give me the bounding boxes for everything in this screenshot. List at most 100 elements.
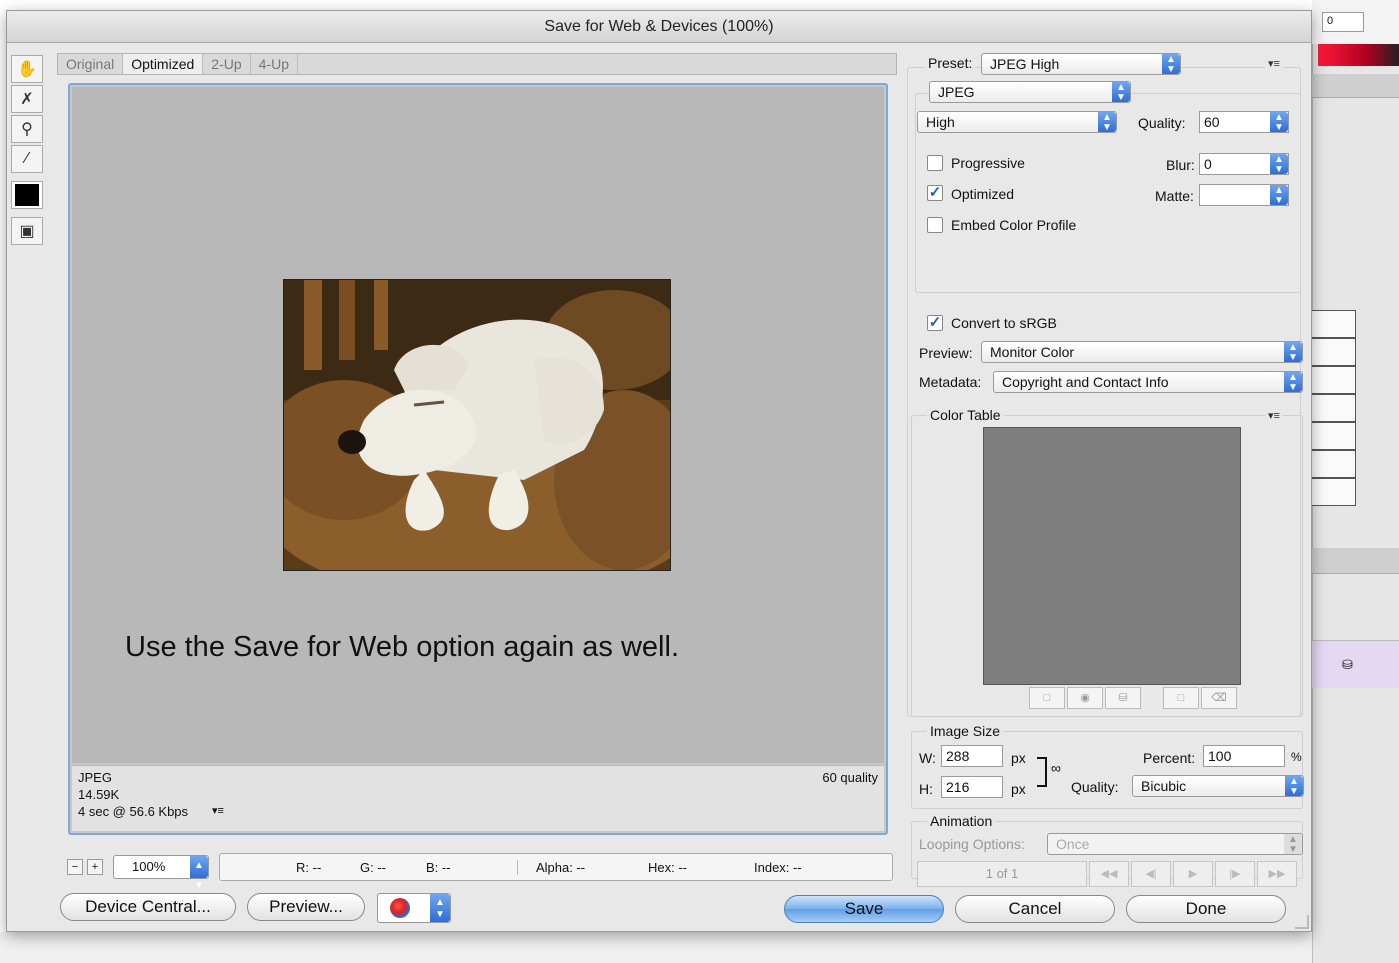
matte-stepper-icon: ▲ ▼ xyxy=(1270,185,1288,206)
background-field[interactable]: 0 xyxy=(1322,12,1364,32)
zoom-level-value: 100% xyxy=(132,859,166,874)
background-panel-header xyxy=(1312,74,1399,98)
looping-options-select[interactable]: Once ▲ ▼ xyxy=(1047,833,1303,855)
format-select[interactable]: JPEG ▲ ▼ xyxy=(929,81,1131,103)
frame-counter-box: 1 of 1 xyxy=(917,861,1087,887)
matte-select[interactable]: ▲ ▼ xyxy=(1199,184,1289,206)
optimize-menu-icon[interactable]: ▾≡ xyxy=(1265,57,1283,70)
background-panel-header xyxy=(1312,548,1399,574)
zoom-in-button[interactable]: + xyxy=(87,859,103,875)
color-table[interactable] xyxy=(983,427,1241,685)
preview-button[interactable]: Preview... xyxy=(247,893,365,921)
preset-value: JPEG High xyxy=(990,56,1060,72)
map-transparency-icon[interactable]: □ xyxy=(1029,687,1065,709)
new-color-icon[interactable]: □ xyxy=(1163,687,1199,709)
readout-hex: Hex: -- xyxy=(648,860,687,875)
lock-color-icon[interactable]: ⛁ xyxy=(1105,687,1141,709)
compression-stepper-icon: ▲ ▼ xyxy=(1098,112,1116,132)
browser-icon xyxy=(390,898,410,918)
lock-icon: ⛁ xyxy=(1342,657,1353,672)
color-table-menu-icon[interactable]: ▾≡ xyxy=(1265,409,1283,422)
previous-frame-icon[interactable]: ◀| xyxy=(1131,861,1171,887)
tab-original[interactable]: Original xyxy=(58,54,124,74)
save-button[interactable]: Save xyxy=(784,895,944,923)
background-layer-row xyxy=(1312,478,1356,506)
resample-stepper-icon: ▲ ▼ xyxy=(1285,776,1303,796)
width-field[interactable]: 288 xyxy=(941,745,1003,767)
slice-select-tool-icon[interactable]: ✗ xyxy=(11,85,43,113)
format-stepper-icon: ▲ ▼ xyxy=(1112,82,1130,102)
quality-field[interactable]: 60 ▲ ▼ xyxy=(1199,111,1289,133)
color-table-label: Color Table xyxy=(927,407,1004,423)
optimized-checkbox[interactable]: ✓ xyxy=(927,185,943,201)
readout-alpha: Alpha: -- xyxy=(517,860,585,875)
tab-optimized[interactable]: Optimized xyxy=(123,54,204,74)
percent-field[interactable]: 100 xyxy=(1203,745,1285,767)
zoom-tool-icon[interactable]: ⚲ xyxy=(11,115,43,143)
hand-tool-icon[interactable]: ✋ xyxy=(11,55,43,83)
background-color-ramp xyxy=(1318,44,1399,66)
cancel-button[interactable]: Cancel xyxy=(955,895,1115,923)
first-frame-icon[interactable]: ◀◀ xyxy=(1089,861,1129,887)
resample-quality-select[interactable]: Bicubic ▲ ▼ xyxy=(1132,775,1304,797)
embed-color-profile-checkbox[interactable] xyxy=(927,217,943,233)
progressive-checkbox[interactable] xyxy=(927,155,943,171)
preview-select[interactable]: Monitor Color ▲ ▼ xyxy=(981,341,1303,363)
web-snap-icon[interactable]: ◉ xyxy=(1067,687,1103,709)
zoom-stepper-icon: ▲ ▼ xyxy=(190,856,208,891)
metadata-select[interactable]: Copyright and Contact Info ▲ ▼ xyxy=(993,371,1303,393)
eyedropper-color-swatch[interactable] xyxy=(11,181,43,209)
format-value: JPEG xyxy=(938,84,975,100)
zoom-out-button[interactable]: − xyxy=(67,859,83,875)
next-frame-icon[interactable]: |▶ xyxy=(1215,861,1255,887)
tab-4-up[interactable]: 4-Up xyxy=(251,54,298,74)
readout-g: G: -- xyxy=(360,860,386,875)
looping-stepper-icon: ▲ ▼ xyxy=(1284,834,1302,854)
metadata-stepper-icon: ▲ ▼ xyxy=(1284,372,1302,392)
play-icon[interactable]: ▶ xyxy=(1173,861,1213,887)
width-unit: px xyxy=(1011,750,1026,766)
last-frame-icon[interactable]: ▶▶ xyxy=(1257,861,1297,887)
constrain-bracket xyxy=(1037,757,1047,787)
delete-color-icon[interactable]: ⌫ xyxy=(1201,687,1237,709)
resample-quality-label: Quality: xyxy=(1071,779,1119,795)
blur-stepper-icon: ▲ ▼ xyxy=(1270,154,1288,175)
percent-label: Percent: xyxy=(1143,750,1196,766)
info-size: 14.59K xyxy=(78,787,120,802)
done-button[interactable]: Done xyxy=(1126,895,1286,923)
background-layer-row xyxy=(1312,366,1356,394)
preview-browser-select[interactable]: ▲ ▼ xyxy=(377,893,451,923)
save-for-web-dialog: Save for Web & Devices (100%) ✋ ✗ ⚲ ∕ ▣ … xyxy=(6,10,1312,932)
link-chain-icon[interactable]: ∞ xyxy=(1051,760,1061,776)
preset-select[interactable]: JPEG High ▲ ▼ xyxy=(981,53,1181,75)
compression-select[interactable]: High ▲ ▼ xyxy=(917,111,1117,133)
background-layer-row xyxy=(1312,394,1356,422)
info-download-time: 4 sec @ 56.6 Kbps xyxy=(78,804,189,819)
height-label: H: xyxy=(919,781,933,797)
preview-label: Preview: xyxy=(919,345,973,361)
readout-index: Index: -- xyxy=(754,860,802,875)
view-tabs: Original Optimized 2-Up 4-Up xyxy=(57,53,897,75)
preview-stepper-icon: ▲ ▼ xyxy=(1284,342,1302,362)
toggle-slices-icon[interactable]: ▣ xyxy=(11,217,43,245)
blur-label: Blur: xyxy=(1166,157,1195,173)
settings-panel: Preset: JPEG High ▲ ▼ ▾≡ JPEG ▲ ▼ High ▲ ▼ … xyxy=(905,53,1305,887)
device-central-button[interactable]: Device Central... xyxy=(60,893,236,921)
background-bottom xyxy=(0,932,1312,963)
progressive-label: Progressive xyxy=(951,155,1025,171)
preview-value: Monitor Color xyxy=(990,344,1075,360)
blur-field[interactable]: 0 ▲ ▼ xyxy=(1199,153,1289,175)
background-layer-row xyxy=(1312,338,1356,366)
percent-unit: % xyxy=(1291,750,1302,764)
info-quality: 60 quality xyxy=(822,770,878,785)
height-field[interactable]: 216 xyxy=(941,776,1003,798)
download-rate-menu-icon[interactable]: ▾≡ xyxy=(212,804,224,817)
info-format: JPEG xyxy=(78,770,112,785)
background-layer-row xyxy=(1312,422,1356,450)
zoom-level-select[interactable]: 100% ▲ ▼ xyxy=(113,855,209,891)
convert-srgb-checkbox[interactable]: ✓ xyxy=(927,315,943,331)
resize-grip-icon[interactable] xyxy=(1295,915,1309,929)
eyedropper-tool-icon[interactable]: ∕ xyxy=(11,145,43,173)
resample-quality-value: Bicubic xyxy=(1141,778,1187,794)
tab-2-up[interactable]: 2-Up xyxy=(203,54,251,74)
